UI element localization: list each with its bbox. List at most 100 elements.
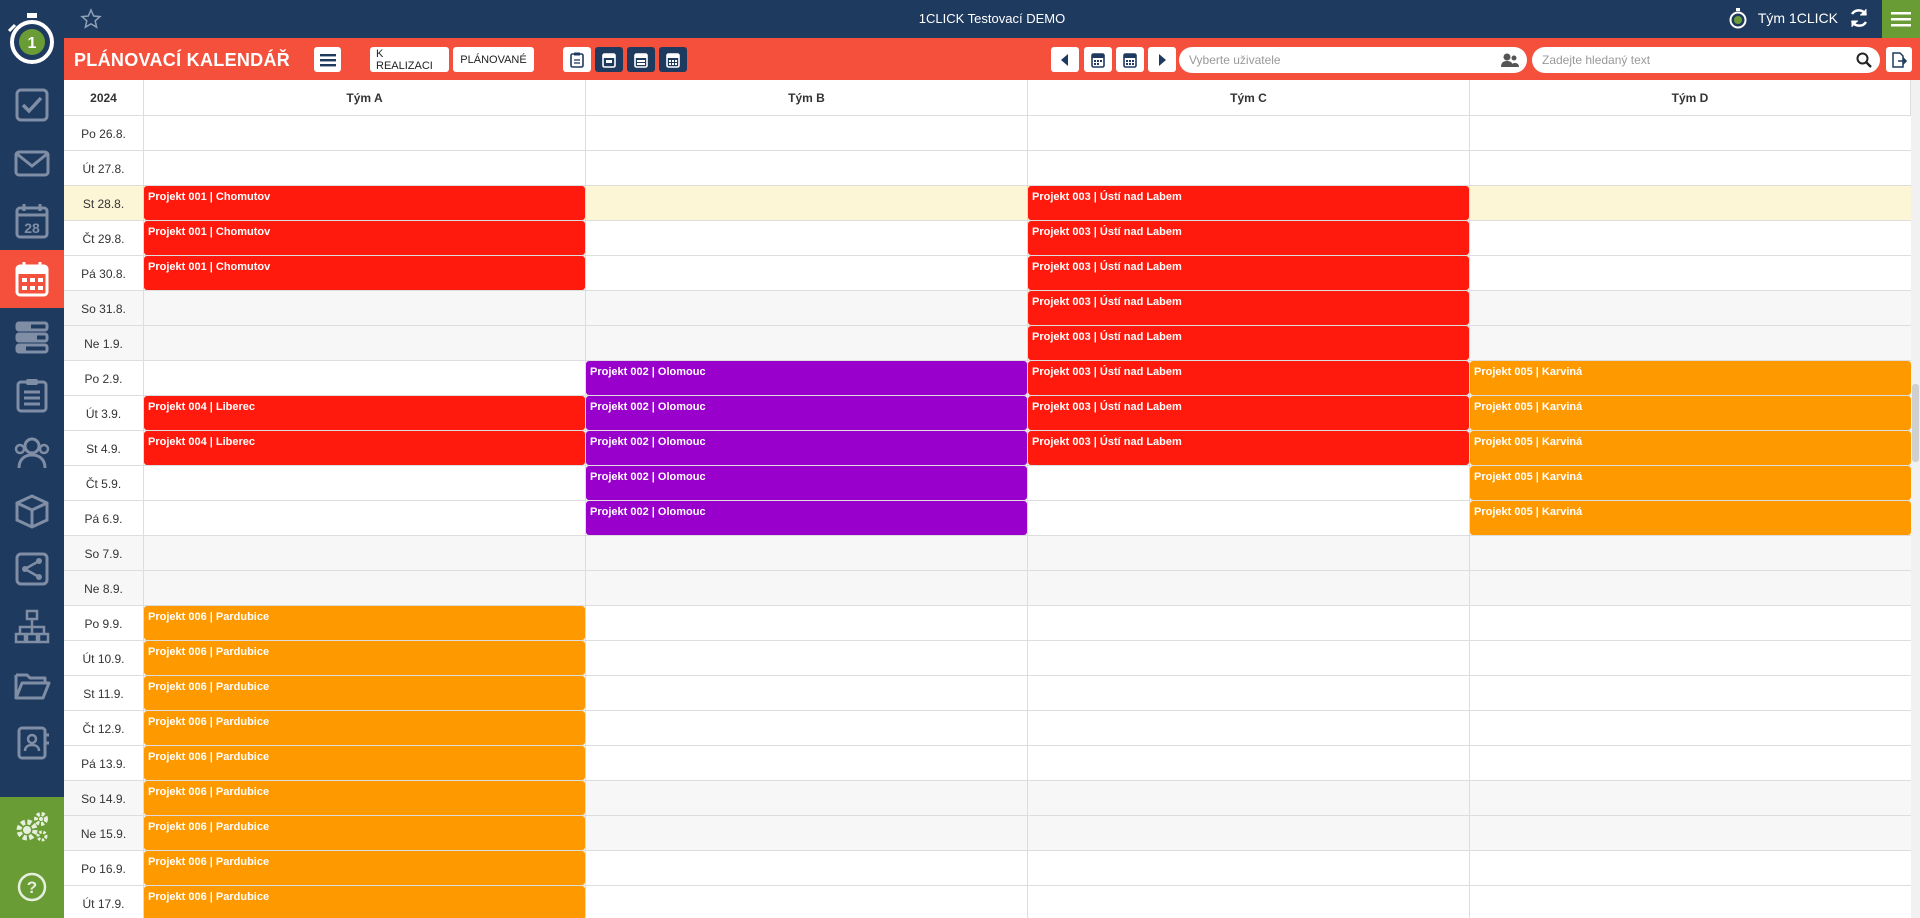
sidebar-item-org-chart[interactable] xyxy=(0,598,64,656)
event-bar[interactable]: Projekt 002 | Olomouc xyxy=(586,501,1027,535)
calendar-cell[interactable]: Projekt 006 | Pardubice xyxy=(144,711,586,746)
calendar-cell[interactable]: Projekt 004 | Liberec xyxy=(144,396,586,431)
calendar-cell[interactable] xyxy=(1470,851,1912,886)
calendar-cell[interactable]: Projekt 003 | Ústí nad Labem xyxy=(1028,361,1470,396)
calendar-cell[interactable]: Projekt 005 | Karviná xyxy=(1470,361,1912,396)
calendar-cell[interactable] xyxy=(1028,816,1470,851)
calendar-cell[interactable]: Projekt 005 | Karviná xyxy=(1470,466,1912,501)
event-bar[interactable]: Projekt 006 | Pardubice xyxy=(144,641,585,675)
calendar-cell[interactable]: Projekt 003 | Ústí nad Labem xyxy=(1028,291,1470,326)
event-bar[interactable]: Projekt 006 | Pardubice xyxy=(144,606,585,640)
calendar-cell[interactable]: Projekt 003 | Ústí nad Labem xyxy=(1028,396,1470,431)
view-month-button[interactable] xyxy=(659,47,687,72)
sidebar-item-documents[interactable] xyxy=(0,656,64,714)
calendar-cell[interactable]: Projekt 006 | Pardubice xyxy=(144,641,586,676)
calendar-cell[interactable] xyxy=(144,501,586,536)
calendar-cell[interactable] xyxy=(1470,746,1912,781)
settings-button[interactable] xyxy=(0,797,64,857)
calendar-cell[interactable]: Projekt 005 | Karviná xyxy=(1470,431,1912,466)
calendar-cell[interactable] xyxy=(1028,501,1470,536)
calendar-cell[interactable] xyxy=(1470,536,1912,571)
calendar-cell[interactable]: Projekt 002 | Olomouc xyxy=(586,396,1028,431)
sidebar-item-planning-calendar[interactable] xyxy=(0,250,64,308)
event-bar[interactable]: Projekt 002 | Olomouc xyxy=(586,466,1027,500)
calendar-cell[interactable]: Projekt 002 | Olomouc xyxy=(586,501,1028,536)
event-bar[interactable]: Projekt 005 | Karviná xyxy=(1470,396,1911,430)
calendar-cell[interactable]: Projekt 003 | Ústí nad Labem xyxy=(1028,431,1470,466)
calendar-cell[interactable] xyxy=(1028,536,1470,571)
app-logo-icon[interactable]: 1 xyxy=(0,0,64,76)
calendar-cell[interactable] xyxy=(1028,466,1470,501)
event-bar[interactable]: Projekt 003 | Ústí nad Labem xyxy=(1028,186,1469,220)
view-day-button[interactable] xyxy=(563,47,591,72)
calendar-cell[interactable]: Projekt 001 | Chomutov xyxy=(144,221,586,256)
event-bar[interactable]: Projekt 001 | Chomutov xyxy=(144,221,585,255)
event-bar[interactable]: Projekt 006 | Pardubice xyxy=(144,886,585,918)
calendar-cell[interactable] xyxy=(1028,571,1470,606)
calendar-cell[interactable]: Projekt 005 | Karviná xyxy=(1470,501,1912,536)
calendar-cell[interactable]: Projekt 002 | Olomouc xyxy=(586,361,1028,396)
calendar-cell[interactable] xyxy=(144,361,586,396)
calendar-cell[interactable]: Projekt 002 | Olomouc xyxy=(586,466,1028,501)
calendar-cell[interactable] xyxy=(586,291,1028,326)
event-bar[interactable]: Projekt 001 | Chomutov xyxy=(144,186,585,220)
calendar-cell[interactable] xyxy=(586,851,1028,886)
calendar-cell[interactable] xyxy=(1470,221,1912,256)
calendar-cell[interactable]: Projekt 006 | Pardubice xyxy=(144,886,586,918)
calendar-cell[interactable] xyxy=(144,291,586,326)
calendar-cell[interactable] xyxy=(586,186,1028,221)
list-menu-button[interactable] xyxy=(314,47,341,72)
calendar-cell[interactable] xyxy=(1470,711,1912,746)
calendar-cell[interactable] xyxy=(1028,641,1470,676)
previous-period-button[interactable] xyxy=(1051,47,1079,72)
calendar-cell[interactable] xyxy=(1470,151,1912,186)
sidebar-item-users[interactable] xyxy=(0,424,64,482)
calendar-cell[interactable] xyxy=(1470,116,1912,151)
event-bar[interactable]: Projekt 006 | Pardubice xyxy=(144,746,585,780)
calendar-cell[interactable] xyxy=(1028,606,1470,641)
next-period-button[interactable] xyxy=(1148,47,1176,72)
event-bar[interactable]: Projekt 003 | Ústí nad Labem xyxy=(1028,396,1469,430)
calendar-cell[interactable]: Projekt 002 | Olomouc xyxy=(586,431,1028,466)
calendar-cell[interactable] xyxy=(1028,746,1470,781)
calendar-cell[interactable]: Projekt 006 | Pardubice xyxy=(144,851,586,886)
column-header-team-b[interactable]: Tým B xyxy=(586,80,1028,116)
scrollbar-thumb[interactable] xyxy=(1912,384,1919,462)
sidebar-item-calendar[interactable]: 28 xyxy=(0,192,64,250)
column-header-team-c[interactable]: Tým C xyxy=(1028,80,1470,116)
event-bar[interactable]: Projekt 003 | Ústí nad Labem xyxy=(1028,431,1469,465)
main-menu-button[interactable] xyxy=(1882,0,1920,38)
event-bar[interactable]: Projekt 003 | Ústí nad Labem xyxy=(1028,361,1469,395)
view-week-button[interactable] xyxy=(595,47,623,72)
view-two-weeks-button[interactable] xyxy=(627,47,655,72)
event-bar[interactable]: Projekt 003 | Ústí nad Labem xyxy=(1028,256,1469,290)
vertical-scrollbar[interactable] xyxy=(1911,80,1920,918)
calendar-cell[interactable] xyxy=(1470,676,1912,711)
calendar-cell[interactable] xyxy=(1028,851,1470,886)
event-bar[interactable]: Projekt 001 | Chomutov xyxy=(144,256,585,290)
calendar-cell[interactable] xyxy=(586,676,1028,711)
calendar-cell[interactable] xyxy=(1028,676,1470,711)
event-bar[interactable]: Projekt 004 | Liberec xyxy=(144,431,585,465)
search-input[interactable]: Zadejte hledaný text xyxy=(1532,47,1880,73)
event-bar[interactable]: Projekt 006 | Pardubice xyxy=(144,676,585,710)
pick-date-button[interactable] xyxy=(1116,47,1144,72)
calendar-cell[interactable] xyxy=(586,781,1028,816)
calendar-cell[interactable] xyxy=(1028,711,1470,746)
event-bar[interactable]: Projekt 006 | Pardubice xyxy=(144,711,585,745)
calendar-cell[interactable] xyxy=(1470,816,1912,851)
calendar-cell[interactable]: Projekt 003 | Ústí nad Labem xyxy=(1028,186,1470,221)
calendar-cell[interactable] xyxy=(1470,186,1912,221)
event-bar[interactable]: Projekt 003 | Ústí nad Labem xyxy=(1028,221,1469,255)
event-bar[interactable]: Projekt 006 | Pardubice xyxy=(144,816,585,850)
calendar-cell[interactable]: Projekt 006 | Pardubice xyxy=(144,746,586,781)
sidebar-item-messages[interactable] xyxy=(0,134,64,192)
refresh-icon[interactable] xyxy=(1848,7,1870,29)
calendar-cell[interactable] xyxy=(1470,326,1912,361)
calendar-cell[interactable] xyxy=(586,326,1028,361)
sidebar-item-products[interactable] xyxy=(0,482,64,540)
calendar-cell[interactable]: Projekt 006 | Pardubice xyxy=(144,781,586,816)
calendar-cell[interactable] xyxy=(586,816,1028,851)
calendar-cell[interactable] xyxy=(1470,291,1912,326)
event-bar[interactable]: Projekt 006 | Pardubice xyxy=(144,851,585,885)
